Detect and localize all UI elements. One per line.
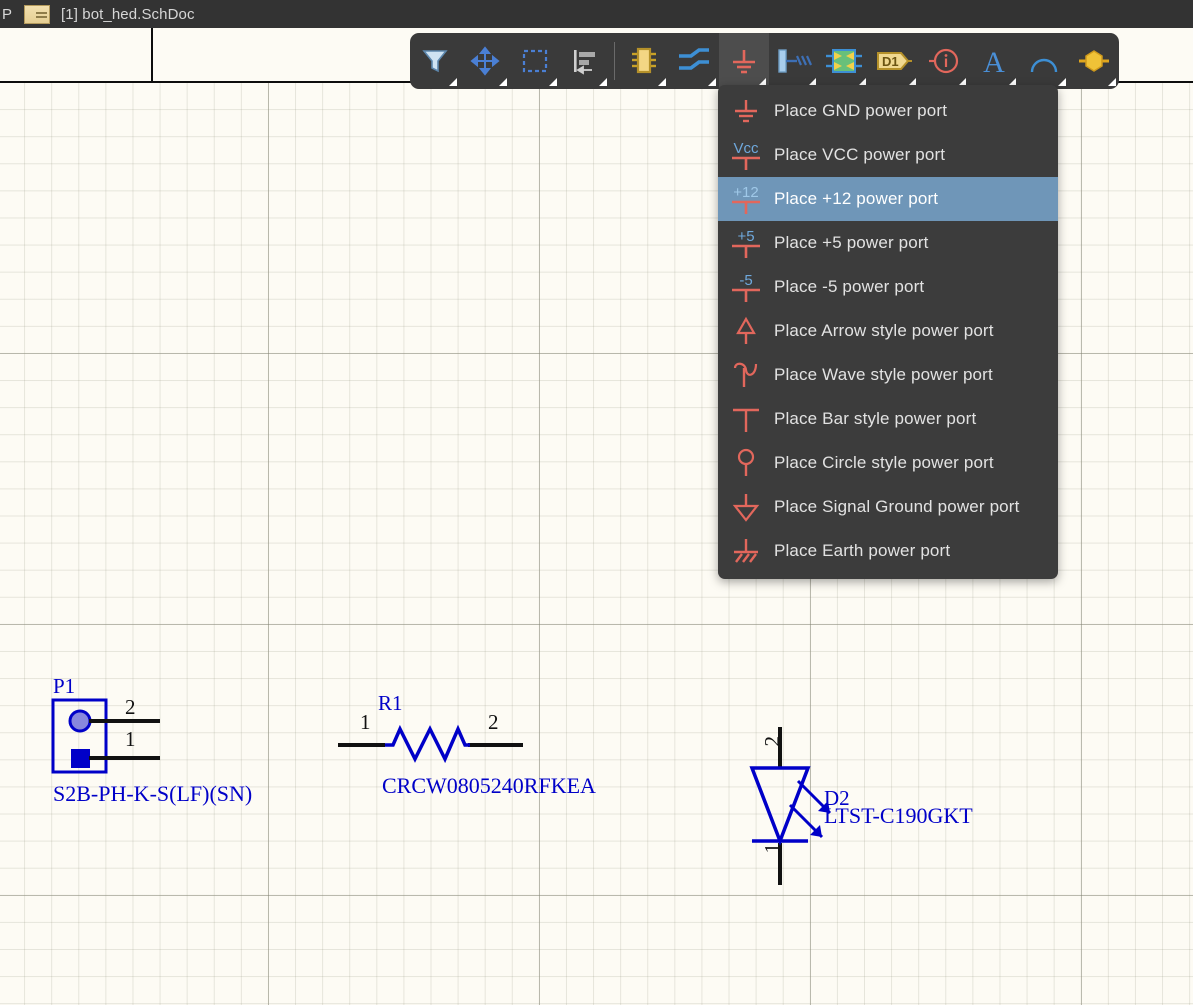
menu-item-place-minus5-power-port[interactable]: -5 Place -5 power port [718,265,1058,309]
menu-item-label: Place GND power port [774,101,948,120]
dropdown-corner-marker [499,78,507,86]
bar-power-port-icon [718,397,774,441]
place-port-tool-button[interactable] [819,33,869,89]
menu-item-label: Place Signal Ground power port [774,497,1020,516]
sheet-port-icon [826,49,862,73]
dropdown-corner-marker [658,78,666,86]
place-part-tool-button[interactable] [619,33,669,89]
move-cross-arrows-icon [470,46,500,76]
selection-tool-button[interactable] [510,33,560,89]
pin-number-d2-1: 1 [760,843,784,854]
ic-chip-icon [632,47,656,74]
menu-item-place-signal-ground-power-port[interactable]: Place Signal Ground power port [718,485,1058,529]
menu-item-label: Place -5 power port [774,277,925,296]
minus5-power-port-icon: -5 [718,265,774,309]
svg-text:A: A [983,46,1005,77]
altium-schematic-editor: P [1] bot_hed.SchDoc P 1 2 1 S2B-PH-K-S(L… [0,0,1193,1005]
menu-item-label: Place +12 power port [774,189,939,208]
menu-item-place-plus12-power-port[interactable]: +12 Place +12 power port [718,177,1058,221]
pin-number-r1-1: 1 [360,710,371,734]
move-tool-button[interactable] [460,33,510,89]
dropdown-corner-marker [549,78,557,86]
menu-item-place-arrow-style-power-port[interactable]: Place Arrow style power port [718,309,1058,353]
place-no-erc-tool-button[interactable] [919,33,969,89]
dashed-rectangle-icon [522,49,548,73]
schematic-placement-toolbar: D1 A [410,33,1119,89]
designator-r1: R1 [378,691,403,715]
place-arc-tool-button[interactable] [1019,33,1069,89]
dropdown-corner-marker [449,78,457,86]
text-a-icon: A [983,46,1005,77]
net-label-d1-icon: D1 [877,52,912,70]
bus-entry-icon [778,49,813,73]
schematic-document-icon [24,4,51,24]
menu-item-label: Place Bar style power port [774,409,977,428]
signal-ground-power-port-icon [718,485,774,529]
dropdown-corner-marker [1108,78,1116,86]
comment-r1: CRCW0805240RFKEA [382,773,596,798]
place-wire-tool-button[interactable] [669,33,719,89]
power-port-dropdown-menu: Place GND power port Vcc Place VCC power… [718,85,1058,579]
align-tool-button[interactable] [560,33,610,89]
comment-p1: S2B-PH-K-S(LF)(SN) [53,781,253,806]
title-bar: P [1] bot_hed.SchDoc [0,0,1193,28]
minus5-icon-text: -5 [739,272,752,289]
vcc-power-port-icon: Vcc [718,133,774,177]
pin-number-p1-1: 1 [125,727,136,751]
menu-item-place-circle-style-power-port[interactable]: Place Circle style power port [718,441,1058,485]
dropdown-corner-marker [599,78,607,86]
wave-power-port-icon [718,353,774,397]
wire-icon [679,48,709,70]
place-bus-entry-tool-button[interactable] [769,33,819,89]
gnd-power-port-icon [733,50,755,74]
pin-number-p1-2: 2 [125,695,136,719]
dropdown-corner-marker [1058,78,1066,86]
dropdown-corner-marker [708,78,716,86]
align-left-icon [574,50,595,75]
menu-item-label: Place Circle style power port [774,453,994,472]
arrow-power-port-icon [718,309,774,353]
plus5-power-port-icon: +5 [718,221,774,265]
menu-item-place-wave-style-power-port[interactable]: Place Wave style power port [718,353,1058,397]
no-erc-info-icon [929,48,959,74]
menu-item-place-earth-power-port[interactable]: Place Earth power port [718,529,1058,573]
sheet-border-vertical [151,28,153,82]
menu-item-label: Place Wave style power port [774,365,993,384]
earth-power-port-icon [718,529,774,573]
svg-text:D1: D1 [882,54,899,69]
plus12-icon-text: +12 [733,184,758,201]
toolbar-separator [614,42,615,80]
plus5-icon-text: +5 [737,228,754,245]
menu-item-label: Place Arrow style power port [774,321,994,340]
menu-item-place-bar-style-power-port[interactable]: Place Bar style power port [718,397,1058,441]
place-power-port-tool-button[interactable] [719,33,769,89]
funnel-icon [422,50,448,73]
plus12-power-port-icon: +12 [718,177,774,221]
menu-item-label: Place VCC power port [774,145,946,164]
arc-icon [1030,58,1058,73]
pin-number-r1-2: 2 [488,710,499,734]
menu-item-label: Place Earth power port [774,541,951,560]
circle-power-port-icon [718,441,774,485]
menu-item-place-vcc-power-port[interactable]: Vcc Place VCC power port [718,133,1058,177]
comment-d2: LTST-C190GKT [824,803,973,828]
menu-item-place-plus5-power-port[interactable]: +5 Place +5 power port [718,221,1058,265]
document-tab-title[interactable]: [1] bot_hed.SchDoc [61,6,195,23]
menu-item-label: Place +5 power port [774,233,929,252]
place-net-label-tool-button[interactable]: D1 [869,33,919,89]
place-text-tool-button[interactable]: A [969,33,1019,89]
gnd-power-port-icon [718,89,774,133]
menu-item-place-gnd-power-port[interactable]: Place GND power port [718,89,1058,133]
junction-hexagon-icon [1079,50,1109,72]
vcc-icon-text: Vcc [733,140,759,157]
panel-letter: P [2,5,13,23]
pin-number-d2-2: 2 [760,736,784,747]
filter-tool-button[interactable] [410,33,460,89]
place-junction-tool-button[interactable] [1069,33,1119,89]
